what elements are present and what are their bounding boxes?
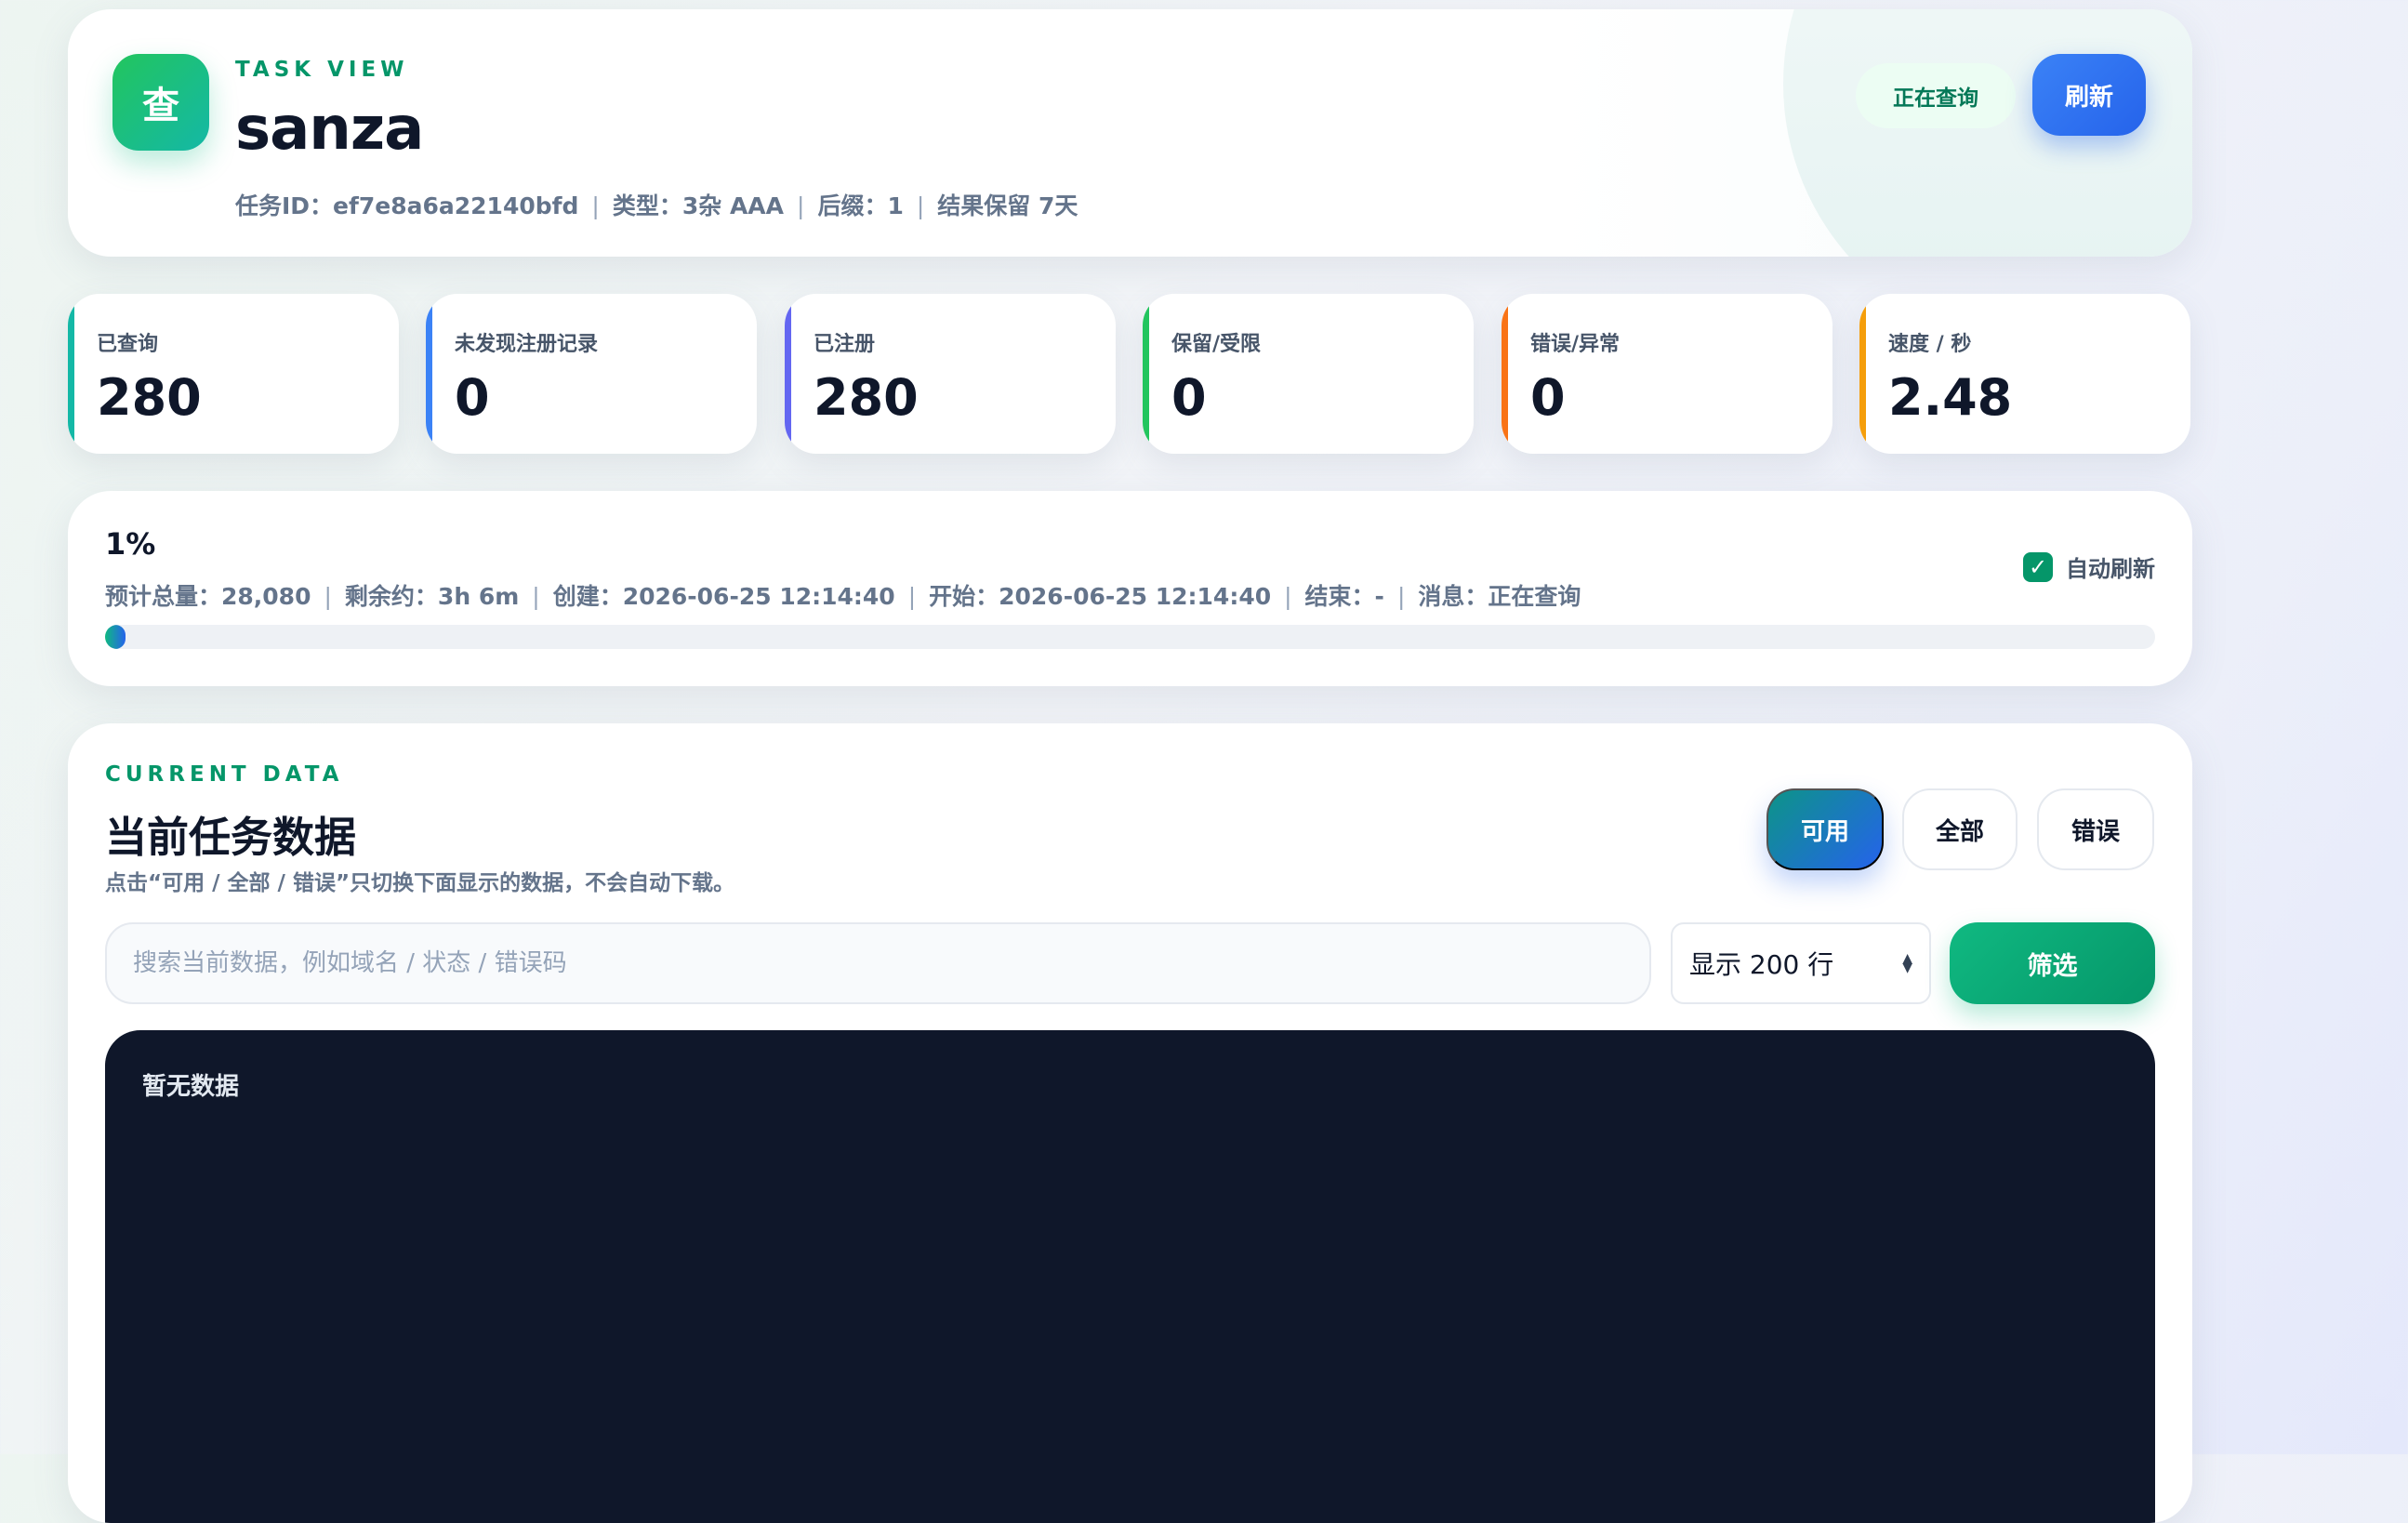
- meta-separator: |: [532, 583, 540, 610]
- progress-card: 1% 预计总量：28,080 | 剩余约：3h 6m | 创建：2026-06-25 1…: [68, 491, 2192, 686]
- rows-per-page-select[interactable]: 显示 200 行 ▲ ▼: [1671, 922, 1931, 1004]
- task-title: sanza: [235, 95, 424, 164]
- checkbox-checked-icon[interactable]: ✓: [2023, 551, 2053, 582]
- header-eyebrow: TASK VIEW: [235, 58, 409, 82]
- stat-card-reserved: 保留/受限 0: [1143, 294, 1474, 454]
- rows-select-value: 显示 200 行: [1689, 949, 1834, 980]
- data-title: 当前任务数据: [105, 813, 357, 862]
- stat-label: 速度 / 秒: [1888, 333, 1972, 356]
- filter-all-button[interactable]: 全部: [1902, 788, 2018, 870]
- filter-error-button[interactable]: 错误: [2037, 788, 2154, 870]
- stat-label: 已注册: [814, 333, 876, 356]
- data-hint: 点击“可用 / 全部 / 错误”只切换下面显示的数据，不会自动下载。: [105, 871, 735, 895]
- progress-bar-fill: [105, 625, 126, 649]
- stat-accent-bar: [1502, 294, 1508, 454]
- stat-card-speed: 速度 / 秒 2.48: [1859, 294, 2190, 454]
- stat-card-unregistered: 未发现注册记录 0: [426, 294, 757, 454]
- start-time: 开始：2026-06-25 12:14:40: [929, 583, 1272, 610]
- meta-separator: |: [324, 583, 332, 610]
- meta-separator: |: [1396, 583, 1406, 610]
- meta-separator: |: [797, 192, 805, 219]
- task-header-card: 查 TASK VIEW sanza 任务ID：ef7e8a6a22140bfd |…: [68, 9, 2192, 257]
- meta-separator: |: [907, 583, 917, 610]
- progress-percent: 1%: [105, 526, 156, 562]
- meta-separator: |: [1284, 583, 1292, 610]
- stat-value: 2.48: [1888, 368, 2013, 427]
- empty-state-text: 暂无数据: [142, 1073, 240, 1101]
- stat-accent-bar: [1143, 294, 1149, 454]
- stat-card-errors: 错误/异常 0: [1502, 294, 1832, 454]
- stat-accent-bar: [785, 294, 791, 454]
- progress-meta: 预计总量：28,080 | 剩余约：3h 6m | 创建：2026-06-25 12:1…: [105, 578, 1581, 612]
- header-decoration: [1783, 9, 2192, 257]
- filter-available-button[interactable]: 可用: [1766, 788, 1884, 870]
- stat-value: 0: [1530, 368, 1566, 427]
- stat-label: 错误/异常: [1530, 333, 1621, 356]
- refresh-button[interactable]: 刷新: [2032, 54, 2146, 136]
- task-retention: 结果保留 7天: [937, 192, 1078, 219]
- stat-value: 0: [1171, 368, 1207, 427]
- stat-value: 280: [97, 368, 202, 427]
- estimated-total: 预计总量：28,080: [105, 583, 311, 610]
- task-meta: 任务ID：ef7e8a6a22140bfd | 类型：3杂 AAA | 后缀：1 | 结果保…: [235, 188, 1078, 221]
- end-time: 结束：-: [1304, 583, 1384, 610]
- status-message: 消息：正在查询: [1418, 583, 1581, 610]
- task-id: 任务ID：ef7e8a6a22140bfd: [235, 192, 579, 219]
- data-eyebrow: CURRENT DATA: [105, 762, 344, 787]
- stat-accent-bar: [68, 294, 74, 454]
- meta-separator: |: [591, 192, 600, 219]
- current-data-card: CURRENT DATA 当前任务数据 点击“可用 / 全部 / 错误”只切换下…: [68, 723, 2192, 1523]
- stat-label: 保留/受限: [1171, 333, 1262, 356]
- stat-label: 未发现注册记录: [455, 333, 599, 356]
- stat-accent-bar: [426, 294, 432, 454]
- data-console: 暂无数据: [105, 1030, 2155, 1523]
- stat-card-registered: 已注册 280: [785, 294, 1116, 454]
- stat-value: 0: [455, 368, 490, 427]
- remaining-time: 剩余约：3h 6m: [344, 583, 520, 610]
- select-updown-icon: ▲ ▼: [1902, 951, 1912, 975]
- status-badge: 正在查询: [1856, 63, 2016, 128]
- stat-card-queried: 已查询 280: [68, 294, 399, 454]
- filter-submit-button[interactable]: 筛选: [1950, 922, 2155, 1004]
- stat-accent-bar: [1859, 294, 1866, 454]
- search-input[interactable]: [105, 922, 1651, 1004]
- meta-separator: |: [916, 192, 925, 219]
- search-app-icon: 查: [112, 54, 209, 151]
- stat-value: 280: [814, 368, 919, 427]
- task-suffix: 后缀：1: [817, 192, 904, 219]
- stat-label: 已查询: [97, 333, 159, 356]
- created-time: 创建：2026-06-25 12:14:40: [552, 583, 895, 610]
- task-type: 类型：3杂 AAA: [612, 192, 785, 219]
- auto-refresh-toggle[interactable]: ✓ 自动刷新: [2023, 550, 2155, 583]
- auto-refresh-label: 自动刷新: [2066, 556, 2155, 582]
- progress-bar: [105, 625, 2155, 649]
